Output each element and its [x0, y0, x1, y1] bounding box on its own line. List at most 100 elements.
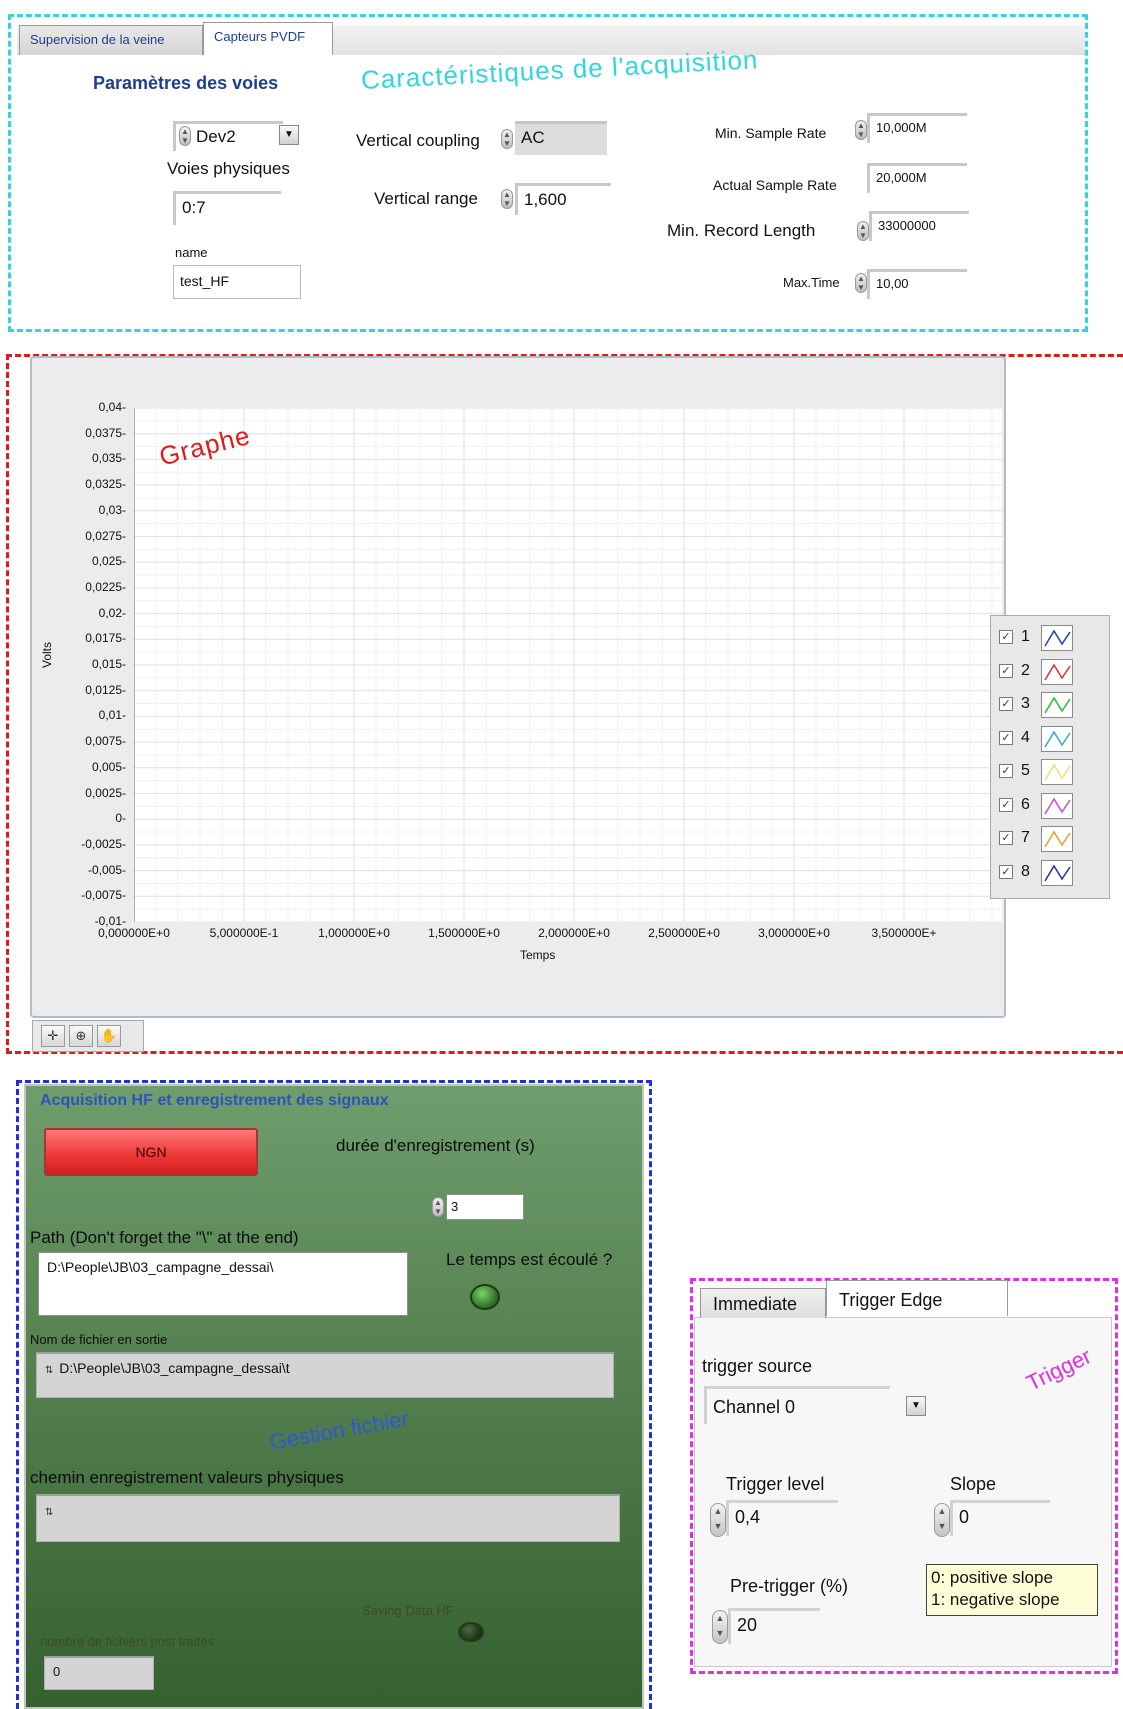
slope-label: Slope — [950, 1474, 997, 1494]
tab-trigger-edge[interactable]: Trigger Edge — [826, 1280, 1008, 1316]
x-tick-label: 3,500000E+ — [871, 926, 937, 940]
vertical-coupling-select[interactable]: AC — [515, 121, 607, 155]
legend-checkbox[interactable]: ✓ — [999, 864, 1013, 879]
name-label: name — [175, 245, 208, 260]
pretrigger-input[interactable]: 20 — [728, 1608, 820, 1644]
record-length-spin-icon[interactable]: ▲ ▼ — [857, 221, 869, 241]
hf-title: Acquisition HF et enregistrement des sig… — [40, 1092, 389, 1109]
pretrigger-spin-icon[interactable]: ▲ ▼ — [712, 1610, 728, 1644]
legend-swatch-icon[interactable] — [1041, 792, 1073, 819]
legend-item[interactable]: ✓ 8 — [999, 859, 1103, 887]
plot-legend: ✓ 1 ✓ 2 ✓ 3 ✓ 4 ✓ 5 ✓ 6 ✓ 7 ✓ 8 — [990, 615, 1110, 899]
legend-checkbox[interactable]: ✓ — [999, 831, 1013, 845]
duree-spin-icon[interactable]: ▲ ▼ — [432, 1197, 444, 1217]
chemin-label: chemin enregistrement valeurs physiques — [30, 1468, 344, 1487]
y-tick-label: 0,005- — [91, 759, 126, 774]
legend-checkbox[interactable]: ✓ — [999, 663, 1013, 678]
max-time-spin-icon[interactable]: ▲ ▼ — [855, 273, 867, 293]
y-tick-label: 0,035- — [91, 451, 126, 466]
vertical-range-input[interactable]: 1,600 — [515, 183, 611, 215]
legend-item[interactable]: ✓ 3 — [999, 691, 1103, 719]
nom-fichier-path[interactable]: ⇅ D:\People\JB\03_campagne_dessai\t — [36, 1352, 614, 1398]
trigger-source-select[interactable]: Channel 0 — [704, 1386, 890, 1424]
name-input[interactable]: test_HF — [173, 265, 301, 299]
tab-immediate[interactable]: Immediate — [700, 1288, 826, 1318]
slope-hint-positive: 0: positive slope — [931, 1568, 1053, 1587]
x-tick-label: 2,000000E+0 — [538, 926, 610, 940]
range-spin-icon[interactable]: ▲ ▼ — [501, 189, 513, 209]
legend-label: 6 — [1021, 795, 1030, 813]
ngn-button[interactable]: NGN — [44, 1128, 258, 1176]
tab-capteurs-pvdf[interactable]: Capteurs PVDF — [203, 22, 333, 56]
nombre-fichiers-label: nombre de fichiers post traites — [40, 1634, 215, 1649]
coupling-spin-icon[interactable]: ▲ ▼ — [501, 129, 513, 149]
min-record-length-input[interactable]: 33000000 — [869, 211, 969, 241]
legend-item[interactable]: ✓ 6 — [999, 792, 1103, 820]
device-dropdown-icon[interactable]: ▼ — [279, 125, 299, 145]
legend-item[interactable]: ✓ 1 — [999, 624, 1103, 652]
min-sample-rate-input[interactable]: 10,000M — [867, 113, 967, 143]
cursor-cross-icon[interactable]: ✛ — [41, 1025, 65, 1047]
y-tick-label: -0,0025- — [81, 836, 126, 851]
legend-item[interactable]: ✓ 2 — [999, 658, 1103, 686]
slope-hint-negative: 1: negative slope — [931, 1590, 1060, 1609]
legend-label: 8 — [1021, 862, 1030, 880]
legend-swatch-icon[interactable] — [1041, 725, 1073, 752]
trigger-level-label: Trigger level — [726, 1474, 825, 1494]
x-tick-label: 3,000000E+0 — [758, 926, 830, 940]
legend-checkbox[interactable]: ✓ — [999, 764, 1013, 778]
x-tick-label: 2,500000E+0 — [648, 926, 720, 940]
legend-item[interactable]: ✓ 4 — [999, 725, 1103, 753]
duree-input[interactable]: 3 — [446, 1194, 524, 1220]
legend-swatch-icon[interactable] — [1041, 658, 1073, 685]
trigger-source-dropdown-icon[interactable]: ▼ — [906, 1396, 926, 1416]
legend-item[interactable]: ✓ 7 — [999, 825, 1103, 853]
slope-input[interactable]: 0 — [950, 1500, 1050, 1536]
y-tick-label: 0,04- — [98, 400, 126, 414]
y-tick-label: 0,03- — [98, 502, 126, 517]
trigger-source-label: trigger source — [702, 1356, 813, 1376]
slope-spin-icon[interactable]: ▲ ▼ — [934, 1503, 950, 1537]
legend-label: 3 — [1021, 695, 1030, 712]
path-browse-icon[interactable]: ⇅ — [45, 1365, 53, 1376]
x-tick-label: 5,000000E-1 — [209, 926, 279, 940]
pan-hand-icon[interactable]: ✋ — [97, 1025, 121, 1047]
chemin-path[interactable]: ⇅ — [36, 1494, 620, 1542]
y-tick-label: 0- — [115, 811, 126, 826]
legend-label: 1 — [1021, 628, 1030, 645]
legend-checkbox[interactable]: ✓ — [999, 730, 1013, 745]
x-tick-label: 1,500000E+0 — [428, 926, 500, 940]
min-record-length-label: Min. Record Length — [667, 221, 816, 240]
legend-swatch-icon[interactable] — [1041, 859, 1073, 886]
min-sample-rate-spin-icon[interactable]: ▲ ▼ — [855, 120, 867, 140]
device-value: Dev2 — [196, 127, 236, 146]
tab-supervision[interactable]: Supervision de la veine — [19, 25, 203, 55]
y-tick-label: 0,0275- — [85, 528, 126, 543]
nom-fichier-label: Nom de fichier en sortie — [30, 1332, 168, 1347]
legend-swatch-icon[interactable] — [1041, 625, 1073, 651]
pretrigger-label: Pre-trigger (%) — [730, 1576, 849, 1596]
actual-sample-rate-label: Actual Sample Rate — [713, 177, 837, 193]
path-input[interactable]: D:\People\JB\03_campagne_dessai\ — [38, 1252, 408, 1316]
plot-area[interactable] — [133, 407, 1002, 923]
max-time-input[interactable]: 10,00 — [867, 269, 967, 299]
legend-swatch-icon[interactable] — [1041, 692, 1073, 718]
graph-palette: ✛ ⊕ ✋ — [32, 1020, 144, 1052]
legend-swatch-icon[interactable] — [1041, 759, 1073, 785]
legend-checkbox[interactable]: ✓ — [999, 697, 1013, 711]
legend-checkbox[interactable]: ✓ — [999, 630, 1013, 644]
legend-checkbox[interactable]: ✓ — [999, 797, 1013, 812]
zoom-icon[interactable]: ⊕ — [69, 1025, 93, 1047]
legend-item[interactable]: ✓ 5 — [999, 758, 1103, 786]
voies-input[interactable]: 0:7 — [173, 191, 281, 225]
legend-label: 5 — [1021, 762, 1030, 779]
saving-data-label: Saving Data HF — [362, 1603, 454, 1618]
trigger-level-spin-icon[interactable]: ▲ ▼ — [710, 1503, 726, 1537]
trigger-level-input[interactable]: 0,4 — [726, 1500, 838, 1536]
nom-fichier-value: D:\People\JB\03_campagne_dessai\t — [59, 1360, 290, 1376]
legend-swatch-icon[interactable] — [1041, 826, 1073, 852]
device-spin-icon[interactable]: ▲ ▼ — [179, 126, 191, 146]
chemin-browse-icon[interactable]: ⇅ — [45, 1507, 53, 1518]
nombre-fichiers-value: 0 — [44, 1656, 154, 1690]
vertical-coupling-label: Vertical coupling — [356, 131, 480, 150]
